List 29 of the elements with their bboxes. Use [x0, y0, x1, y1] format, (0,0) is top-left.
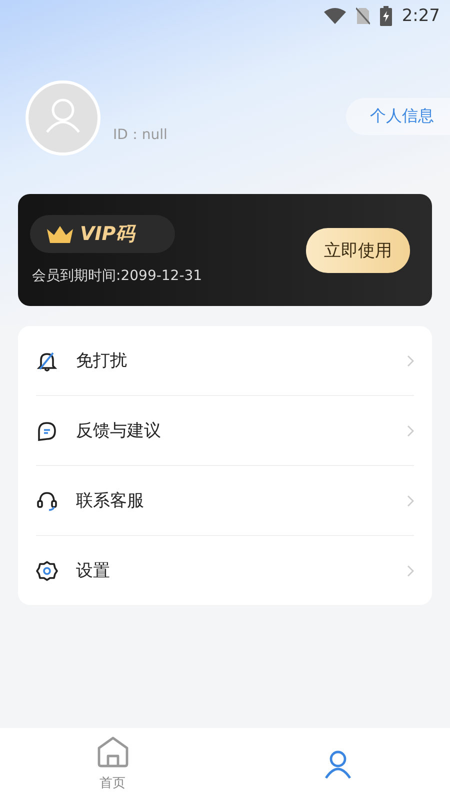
user-id: ID：null — [113, 126, 168, 144]
settings-icon — [36, 560, 58, 582]
headset-icon — [36, 490, 58, 512]
menu-label: 反馈与建议 — [76, 420, 162, 442]
battery-icon — [380, 6, 392, 26]
menu-label: 免打扰 — [76, 350, 128, 372]
menu-item[interactable]: 反馈与建议 — [36, 396, 414, 466]
menu-label: 联系客服 — [76, 490, 145, 512]
bell-off-icon — [36, 350, 58, 372]
menu-item[interactable]: 设置 — [36, 536, 414, 605]
tab[interactable]: 首页 — [0, 728, 225, 800]
wifi-icon — [324, 8, 346, 24]
tab-label: 首页 — [100, 775, 126, 792]
status-time: 2:27 — [402, 6, 440, 26]
avatar-icon[interactable] — [25, 80, 101, 156]
use-now-button[interactable]: 立即使用 — [306, 228, 410, 272]
home-icon — [96, 736, 130, 768]
menu-item[interactable]: 免打扰 — [36, 326, 414, 396]
vip-title: VIP码 — [80, 222, 135, 247]
crown-icon — [46, 224, 74, 244]
menu-item[interactable]: 联系客服 — [36, 466, 414, 536]
chat-icon — [36, 420, 58, 442]
chevron-right-icon — [407, 564, 414, 576]
chevron-right-icon — [407, 494, 414, 506]
chevron-right-icon — [407, 354, 414, 366]
expiry-date: 会员到期时间:2099-12-31 — [31, 267, 204, 285]
chevron-right-icon — [407, 424, 414, 436]
menu-label: 设置 — [76, 560, 111, 582]
no-sim-icon — [356, 7, 370, 25]
